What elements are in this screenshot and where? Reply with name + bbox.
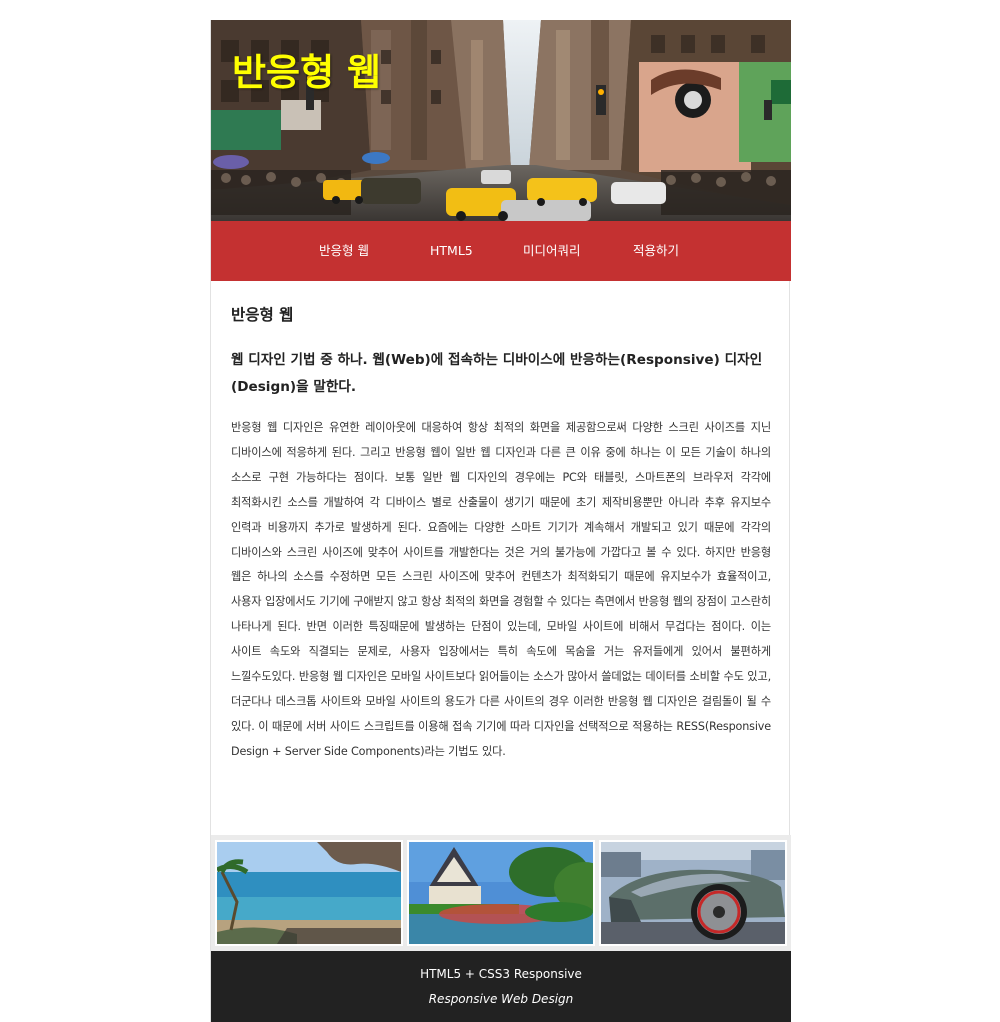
main-navigation: 반응형 웹 HTML5 미디어쿼리 적용하기: [211, 221, 791, 281]
site-title: 반응형 웹: [232, 51, 382, 94]
temple-photo: [407, 840, 595, 946]
image-gallery: [211, 835, 791, 951]
page-footer: HTML5 + CSS3 Responsive Responsive Web D…: [211, 951, 791, 1022]
beach-photo: [215, 840, 403, 946]
article-heading: 반응형 웹: [231, 306, 294, 324]
footer-line-1: HTML5 + CSS3 Responsive: [420, 967, 582, 981]
page-container: 반응형 웹 반응형 웹 HTML5 미디어쿼리 적용하기 반응형 웹 웹 디자인…: [210, 20, 791, 1022]
nav-item-html5[interactable]: HTML5: [430, 221, 473, 281]
sports-car-photo: [599, 840, 787, 946]
article-body: 반응형 웹 디자인은 유연한 레이아웃에 대응하여 항상 최적의 화면을 제공함…: [231, 421, 771, 758]
nav-item-apply[interactable]: 적용하기: [633, 221, 679, 281]
header-banner: 반응형 웹: [211, 20, 791, 221]
footer-line-2: Responsive Web Design: [428, 992, 574, 1006]
nav-item-responsive-web[interactable]: 반응형 웹: [319, 221, 369, 281]
nav-item-media-query[interactable]: 미디어쿼리: [523, 221, 581, 281]
article-subheading: 웹 디자인 기법 중 하나. 웹(Web)에 접속하는 디바이스에 반응하는(R…: [231, 352, 763, 395]
